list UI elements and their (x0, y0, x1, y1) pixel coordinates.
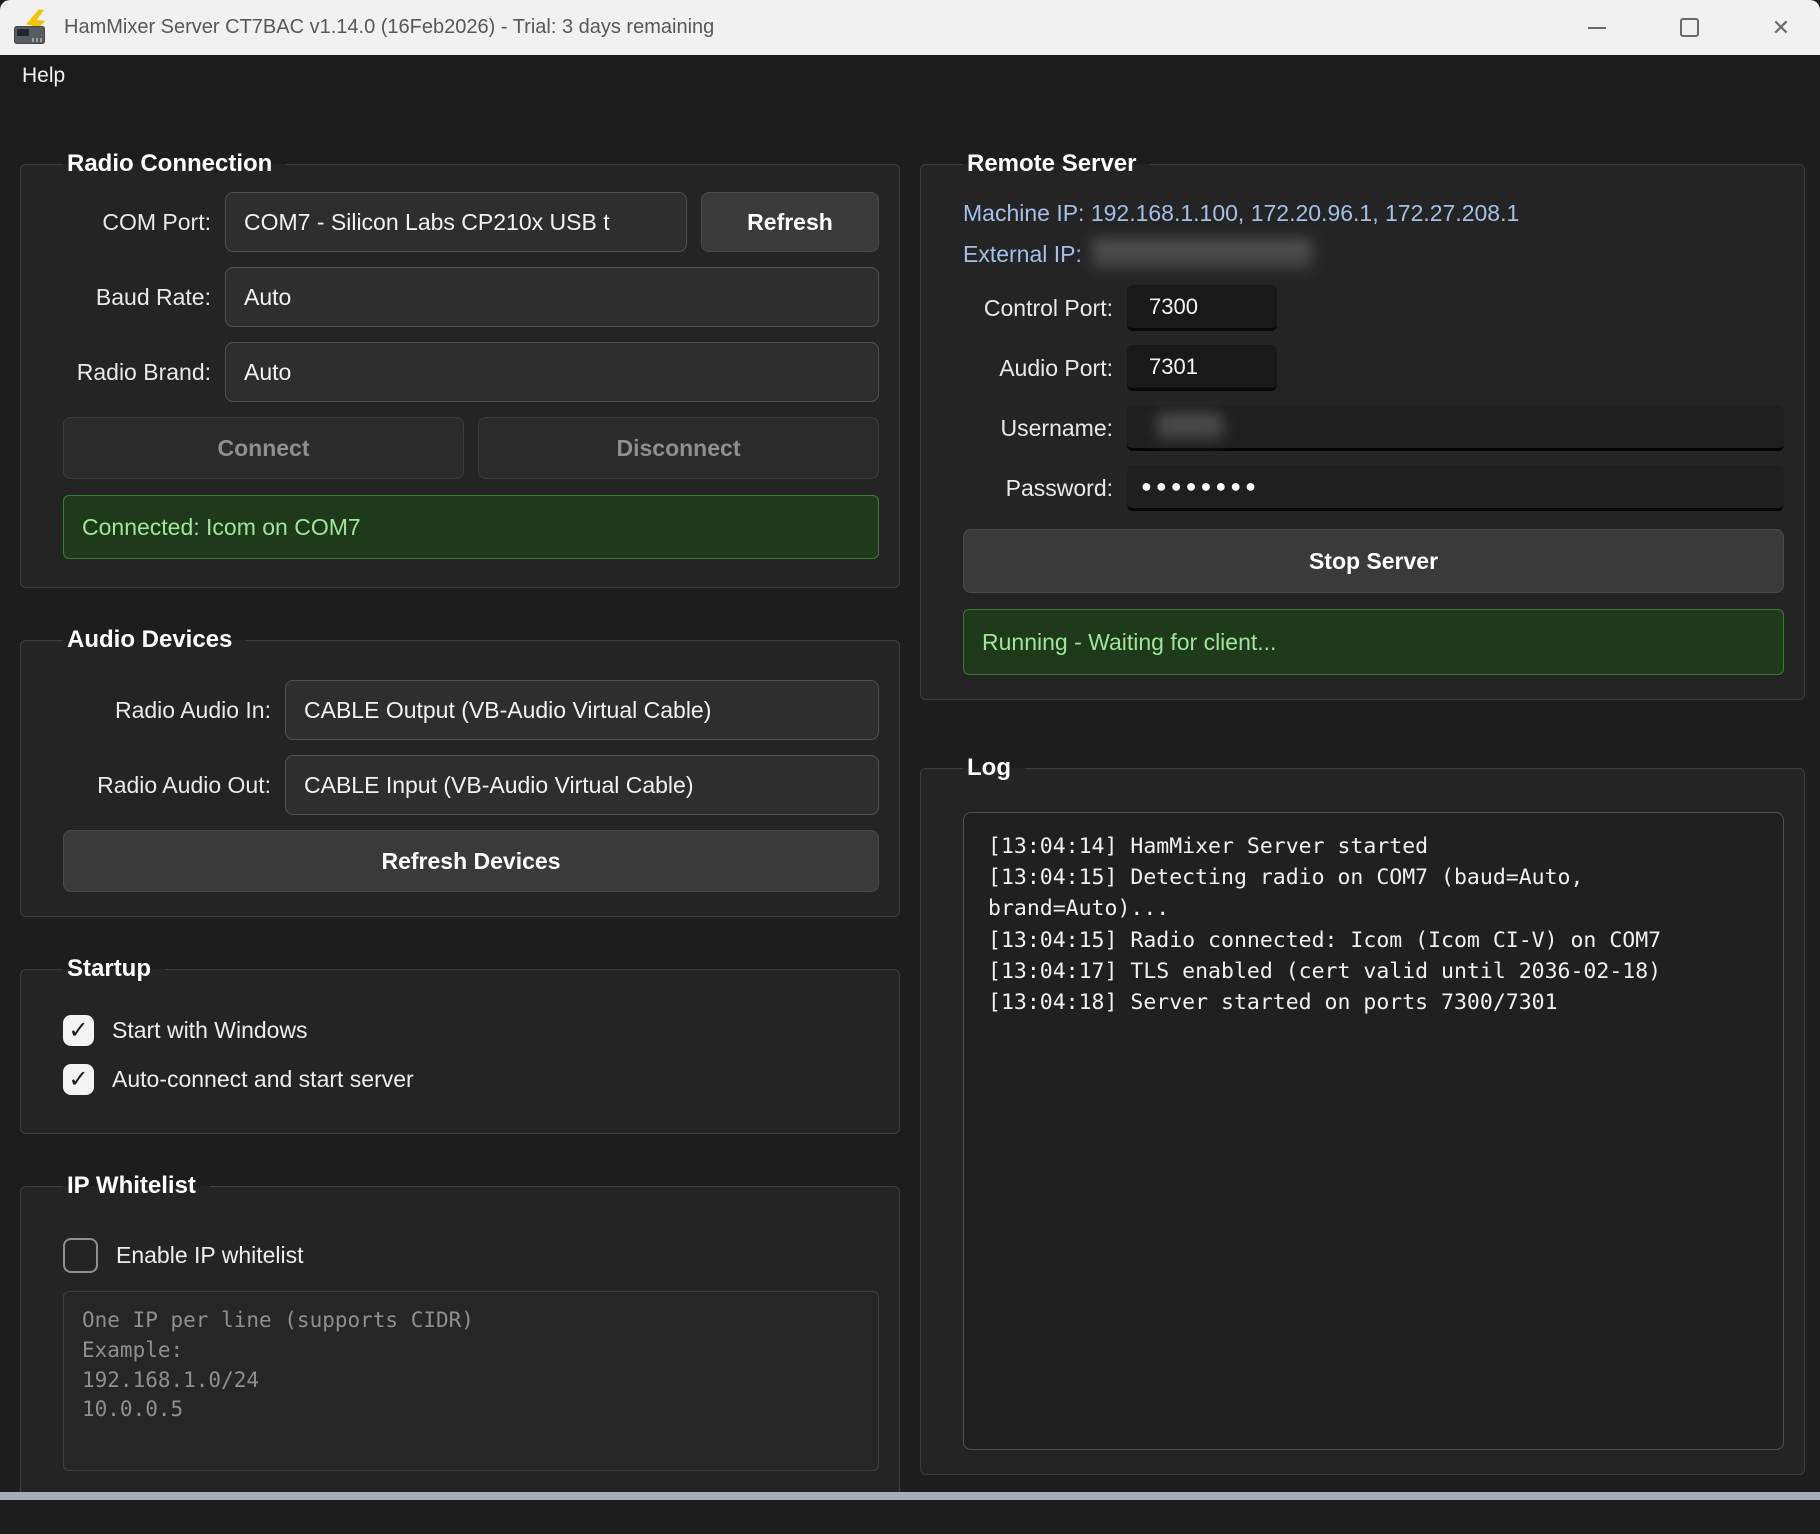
log-line: brand=Auto)... (988, 893, 1759, 924)
log-group: Log [13:04:14] HamMixer Server started [… (920, 754, 1805, 1475)
password-masked-value: ●●●●●●●● (1141, 476, 1260, 497)
start-with-windows-checkbox[interactable]: ✓ (63, 1015, 94, 1046)
enable-ip-whitelist-label: Enable IP whitelist (116, 1242, 304, 1269)
checkmark-icon: ✓ (68, 1019, 88, 1043)
refresh-devices-button[interactable]: Refresh Devices (63, 830, 879, 892)
startup-title: Startup (63, 955, 165, 983)
machine-ip-text: Machine IP: 192.168.1.100, 172.20.96.1, … (963, 200, 1784, 227)
ip-whitelist-group: IP Whitelist Enable IP whitelist One IP … (20, 1172, 900, 1496)
ip-whitelist-textarea[interactable]: One IP per line (supports CIDR) Example:… (63, 1291, 879, 1471)
radio-audio-out-select[interactable]: CABLE Input (VB-Audio Virtual Cable) (285, 755, 879, 815)
close-icon: ✕ (1772, 17, 1790, 39)
external-ip-label: External IP: (963, 241, 1082, 268)
menubar: Help (0, 55, 1820, 97)
refresh-button[interactable]: Refresh (701, 192, 879, 252)
left-column: Radio Connection COM Port: COM7 - Silico… (20, 150, 900, 1534)
disconnect-button[interactable]: Disconnect (478, 417, 879, 479)
radio-device-icon (14, 26, 45, 44)
control-port-input[interactable]: 7300 (1127, 285, 1277, 331)
close-button[interactable]: ✕ (1752, 7, 1810, 49)
log-output[interactable]: [13:04:14] HamMixer Server started [13:0… (963, 812, 1784, 1450)
password-label: Password: (963, 475, 1113, 502)
radio-brand-label: Radio Brand: (63, 359, 211, 386)
window-title: HamMixer Server CT7BAC v1.14.0 (16Feb202… (64, 16, 714, 39)
baud-rate-select[interactable]: Auto (225, 267, 879, 327)
radio-brand-select[interactable]: Auto (225, 342, 879, 402)
start-with-windows-label: Start with Windows (112, 1017, 308, 1044)
username-input[interactable] (1127, 405, 1784, 451)
connect-button[interactable]: Connect (63, 417, 464, 479)
minimize-icon (1588, 27, 1606, 29)
log-line: [13:04:18] Server started on ports 7300/… (988, 987, 1759, 1018)
radio-audio-out-label: Radio Audio Out: (63, 772, 271, 799)
radio-audio-in-select[interactable]: CABLE Output (VB-Audio Virtual Cable) (285, 680, 879, 740)
control-port-label: Control Port: (963, 295, 1113, 322)
radio-audio-in-label: Radio Audio In: (63, 697, 271, 724)
server-status: Running - Waiting for client... (963, 609, 1784, 675)
external-ip-redacted-value (1092, 239, 1312, 269)
ip-whitelist-placeholder-line: 192.168.1.0/24 (82, 1366, 860, 1396)
audio-port-input[interactable]: 7301 (1127, 345, 1277, 391)
log-line: [13:04:15] Detecting radio on COM7 (baud… (988, 862, 1759, 893)
password-input[interactable]: ●●●●●●●● (1127, 465, 1784, 511)
titlebar: HamMixer Server CT7BAC v1.14.0 (16Feb202… (0, 0, 1820, 55)
minimize-button[interactable] (1568, 7, 1626, 49)
ip-whitelist-placeholder-line: 10.0.0.5 (82, 1395, 860, 1425)
log-line: [13:04:15] Radio connected: Icom (Icom C… (988, 925, 1759, 956)
remote-server-group: Remote Server Machine IP: 192.168.1.100,… (920, 150, 1805, 700)
remote-server-title: Remote Server (963, 150, 1150, 178)
app-icon (14, 9, 54, 47)
menu-item-help[interactable]: Help (0, 55, 87, 97)
checkmark-icon: ✓ (68, 1068, 88, 1092)
enable-ip-whitelist-checkbox[interactable] (63, 1238, 98, 1273)
ip-whitelist-placeholder-line: Example: (82, 1336, 860, 1366)
window-bottom-edge (0, 1492, 1820, 1500)
baud-rate-label: Baud Rate: (63, 284, 211, 311)
window-controls: ✕ (1534, 7, 1810, 49)
log-line: [13:04:17] TLS enabled (cert valid until… (988, 956, 1759, 987)
radio-connection-group: Radio Connection COM Port: COM7 - Silico… (20, 150, 900, 588)
username-label: Username: (963, 415, 1113, 442)
maximize-button[interactable] (1660, 7, 1718, 49)
audio-port-label: Audio Port: (963, 355, 1113, 382)
startup-group: Startup ✓ Start with Windows ✓ Auto-conn… (20, 955, 900, 1134)
auto-connect-label: Auto-connect and start server (112, 1066, 414, 1093)
stop-server-button[interactable]: Stop Server (963, 529, 1784, 593)
ip-whitelist-title: IP Whitelist (63, 1172, 210, 1200)
ip-whitelist-placeholder-line: One IP per line (supports CIDR) (82, 1306, 860, 1336)
log-title: Log (963, 754, 1025, 782)
com-port-label: COM Port: (63, 209, 211, 236)
connection-status: Connected: Icom on COM7 (63, 495, 879, 559)
auto-connect-checkbox[interactable]: ✓ (63, 1064, 94, 1095)
audio-devices-group: Audio Devices Radio Audio In: CABLE Outp… (20, 626, 900, 917)
username-redacted-value (1157, 414, 1223, 440)
audio-devices-title: Audio Devices (63, 626, 246, 654)
right-column: Remote Server Machine IP: 192.168.1.100,… (920, 150, 1805, 1513)
radio-connection-title: Radio Connection (63, 150, 286, 178)
com-port-select[interactable]: COM7 - Silicon Labs CP210x USB t (225, 192, 687, 252)
maximize-icon (1680, 18, 1699, 37)
log-line: [13:04:14] HamMixer Server started (988, 831, 1759, 862)
